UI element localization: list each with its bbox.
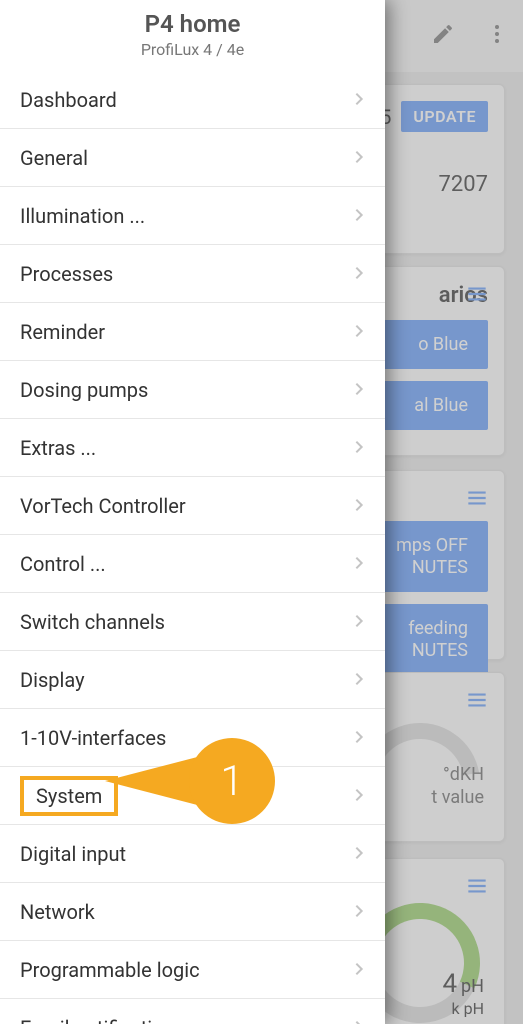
chevron-right-icon — [351, 1016, 367, 1024]
menu-item-processes[interactable]: Processes — [0, 245, 385, 303]
menu-label: Control ... — [20, 552, 106, 576]
chevron-right-icon — [351, 494, 367, 518]
chevron-right-icon — [351, 320, 367, 344]
menu-item-system[interactable]: System — [0, 767, 385, 825]
chevron-right-icon — [351, 668, 367, 692]
menu-item-display[interactable]: Display — [0, 651, 385, 709]
chevron-right-icon — [351, 436, 367, 460]
menu-item-network[interactable]: Network — [0, 883, 385, 941]
chevron-right-icon — [351, 726, 367, 750]
chevron-right-icon — [351, 262, 367, 286]
menu-label: 1-10V-interfaces — [20, 726, 166, 750]
menu-label: Reminder — [20, 320, 105, 344]
menu-label: Extras ... — [20, 436, 96, 460]
chevron-right-icon — [351, 900, 367, 924]
drawer-menu: Dashboard General Illumination ... Proce… — [0, 71, 385, 1024]
menu-item-extras[interactable]: Extras ... — [0, 419, 385, 477]
menu-item-vortech[interactable]: VorTech Controller — [0, 477, 385, 535]
menu-label: Dashboard — [20, 88, 117, 112]
chevron-right-icon — [351, 378, 367, 402]
menu-label: System — [20, 776, 118, 816]
menu-label: Programmable logic — [20, 958, 200, 982]
chevron-right-icon — [351, 552, 367, 576]
chevron-right-icon — [351, 88, 367, 112]
menu-item-control[interactable]: Control ... — [0, 535, 385, 593]
menu-item-general[interactable]: General — [0, 129, 385, 187]
menu-label: General — [20, 146, 88, 170]
menu-item-dosing-pumps[interactable]: Dosing pumps — [0, 361, 385, 419]
menu-label: Network — [20, 900, 95, 924]
menu-label: Display — [20, 668, 85, 692]
chevron-right-icon — [351, 784, 367, 808]
drawer-header: P4 home ProfiLux 4 / 4e — [0, 0, 385, 71]
menu-item-email-notification[interactable]: Email notification — [0, 999, 385, 1024]
chevron-right-icon — [351, 842, 367, 866]
chevron-right-icon — [351, 958, 367, 982]
menu-label: Processes — [20, 262, 113, 286]
menu-label: Dosing pumps — [20, 378, 148, 402]
nav-drawer: P4 home ProfiLux 4 / 4e Dashboard Genera… — [0, 0, 385, 1024]
menu-label: Digital input — [20, 842, 126, 866]
chevron-right-icon — [351, 204, 367, 228]
chevron-right-icon — [351, 610, 367, 634]
drawer-subtitle: ProfiLux 4 / 4e — [16, 40, 369, 59]
menu-label: Illumination ... — [20, 204, 145, 228]
menu-item-digital-input[interactable]: Digital input — [0, 825, 385, 883]
menu-item-programmable-logic[interactable]: Programmable logic — [0, 941, 385, 999]
menu-item-reminder[interactable]: Reminder — [0, 303, 385, 361]
menu-label: Email notification — [20, 1016, 175, 1024]
menu-label: VorTech Controller — [20, 494, 186, 518]
menu-label: Switch channels — [20, 610, 165, 634]
menu-item-switch-channels[interactable]: Switch channels — [0, 593, 385, 651]
menu-item-dashboard[interactable]: Dashboard — [0, 71, 385, 129]
chevron-right-icon — [351, 146, 367, 170]
menu-item-illumination[interactable]: Illumination ... — [0, 187, 385, 245]
menu-item-1-10v[interactable]: 1-10V-interfaces — [0, 709, 385, 767]
drawer-title: P4 home — [16, 10, 369, 38]
